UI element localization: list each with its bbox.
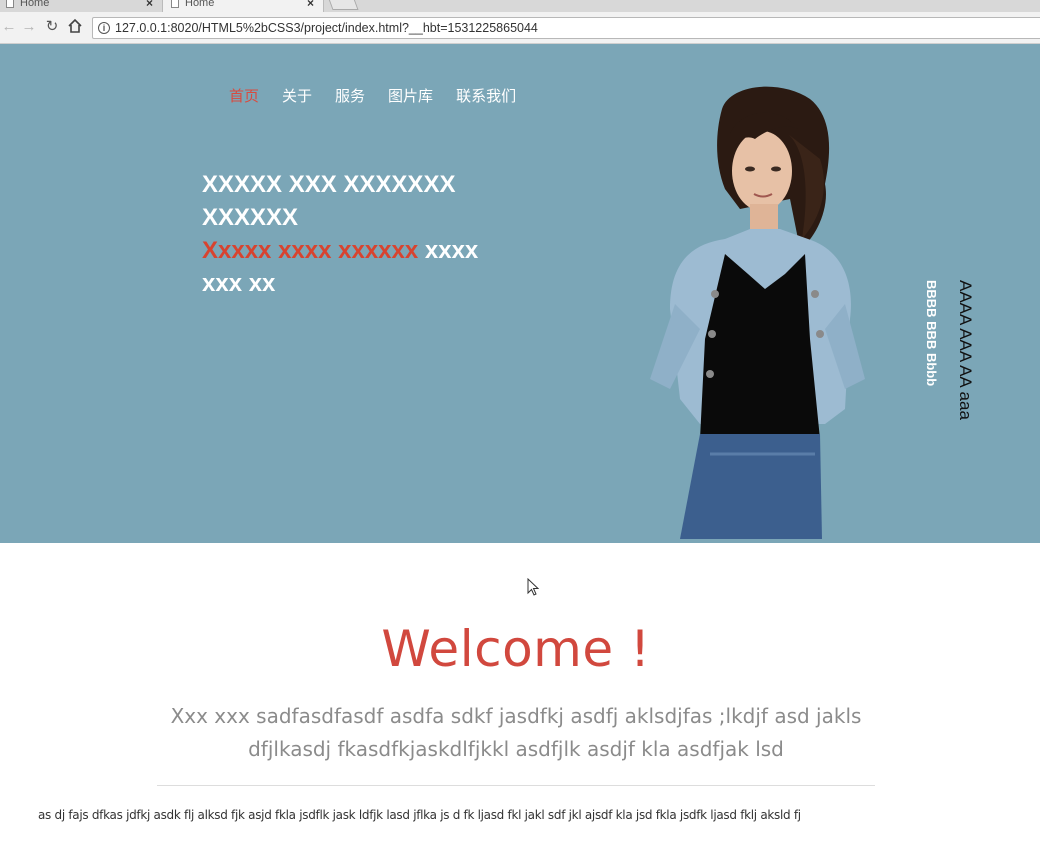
main-nav: 首页 关于 服务 图片库 联系我们 [229,85,539,106]
headline-red: Xxxxx xxxx xxxxxx [202,237,419,264]
headline-white: XXXXX XXX XXXXXXX XXXXXX [202,171,456,231]
info-icon[interactable]: i [98,22,110,34]
new-tab-button[interactable] [327,0,359,10]
url-text: 127.0.0.1:8020/HTML5%2bCSS3/project/inde… [115,21,538,35]
hero-headline: XXXXX XXX XXXXXXX XXXXXX Xxxxx xxxx xxxx… [202,168,502,300]
address-bar[interactable]: i 127.0.0.1:8020/HTML5%2bCSS3/project/in… [92,17,1040,39]
hero-banner: 首页 关于 服务 图片库 联系我们 XXXXX XXX XXXXXXX XXXX… [0,44,1040,543]
divider [157,785,875,786]
hero-woman-image [650,86,865,539]
welcome-heading: Welcome ! [381,620,651,678]
nav-item-home[interactable]: 首页 [229,85,259,106]
vertical-text-a: AAAA AAA AA aaa [956,280,975,420]
forward-arrow-icon[interactable]: → [20,18,38,36]
vertical-text-b: BBBB BBB Bbbb [924,280,939,387]
nav-item-contact[interactable]: 联系我们 [456,85,516,106]
nav-item-services[interactable]: 服务 [335,85,365,106]
lead-paragraph: Xxx xxx sadfasdfasdf asdfa sdkf jasdfkj … [170,704,862,761]
browser-tab[interactable]: Home × [0,0,162,12]
reload-icon[interactable]: ↻ [43,18,61,36]
close-icon[interactable]: × [307,0,314,10]
browser-tab-active[interactable]: Home × [162,0,324,12]
browser-toolbar: ← → ↻ i 127.0.0.1:8020/HTML5%2bCSS3/proj… [0,12,1040,44]
body-paragraph: as dj fajs dfkas jdfkj asdk flj alksd fj… [38,808,801,822]
page-icon [171,0,179,8]
tab-title: Home [185,0,215,9]
back-arrow-icon[interactable]: ← [0,18,18,36]
home-icon[interactable] [66,18,84,36]
browser-tab-bar: Home × Home × [0,0,1040,12]
mouse-cursor-icon [527,578,540,596]
page-icon [6,0,14,8]
tab-title: Home [20,0,50,9]
close-icon[interactable]: × [146,0,153,10]
nav-item-gallery[interactable]: 图片库 [388,85,433,106]
nav-item-about[interactable]: 关于 [282,85,312,106]
